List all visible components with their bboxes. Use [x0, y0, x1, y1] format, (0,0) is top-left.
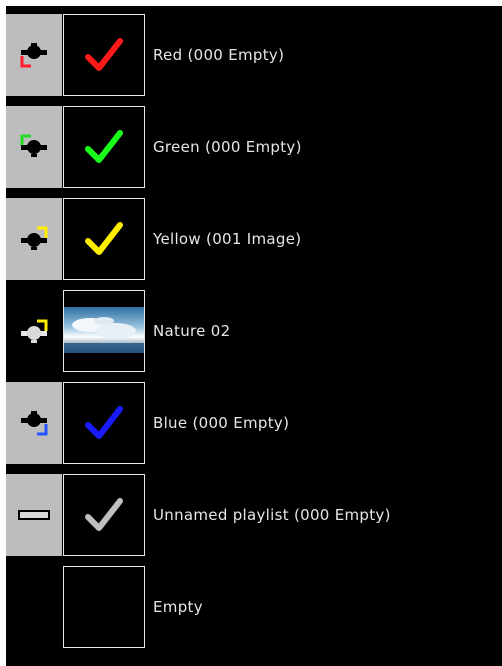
- playlist-label: Green (000 Empty): [153, 138, 302, 156]
- camera-bracket-icon: [21, 226, 48, 250]
- checkmark-icon: [85, 38, 123, 71]
- state-cell[interactable]: [6, 14, 62, 96]
- state-cell[interactable]: [6, 198, 62, 280]
- state-cell[interactable]: [6, 290, 62, 372]
- thumbnail-image[interactable]: [63, 290, 145, 372]
- state-cell: [6, 566, 62, 648]
- playlist-label: Unnamed playlist (000 Empty): [153, 506, 391, 524]
- playlist-row-unnamed[interactable]: Unnamed playlist (000 Empty): [6, 474, 502, 556]
- playlist-row-red[interactable]: Red (000 Empty): [6, 14, 502, 96]
- minus-bar-icon: [18, 510, 50, 520]
- checkmark-icon: [85, 406, 123, 439]
- camera-bracket-icon: [20, 134, 47, 157]
- playlist-row-nature[interactable]: Nature 02: [6, 290, 502, 372]
- playlist-row-yellow[interactable]: Yellow (001 Image): [6, 198, 502, 280]
- thumbnail[interactable]: [63, 198, 145, 280]
- thumbnail[interactable]: [63, 106, 145, 188]
- checkmark-icon: [85, 130, 123, 163]
- playlist-label: Yellow (001 Image): [153, 230, 302, 248]
- nature-image-thumbnail: [64, 291, 144, 371]
- checkmark-icon: [85, 222, 123, 255]
- playlist-label: Nature 02: [153, 322, 231, 340]
- thumbnail-empty[interactable]: [63, 566, 145, 648]
- thumbnail[interactable]: [63, 14, 145, 96]
- playlist-row-empty[interactable]: Empty: [6, 566, 502, 648]
- playlist-label: Red (000 Empty): [153, 46, 285, 64]
- checkmark-icon: [85, 498, 123, 531]
- playlist-row-blue[interactable]: Blue (000 Empty): [6, 382, 502, 464]
- state-cell[interactable]: [6, 474, 62, 556]
- playlist-row-green[interactable]: Green (000 Empty): [6, 106, 502, 188]
- playlist-label: Blue (000 Empty): [153, 414, 290, 432]
- thumbnail[interactable]: [63, 474, 145, 556]
- thumbnail[interactable]: [63, 382, 145, 464]
- state-cell[interactable]: [6, 382, 62, 464]
- playlist-panel: Red (000 Empty) Green (000 Empty) Yellow…: [6, 6, 502, 666]
- camera-bracket-icon: [20, 43, 47, 68]
- camera-bracket-icon: [21, 319, 48, 343]
- playlist-label: Empty: [153, 598, 203, 616]
- state-cell[interactable]: [6, 106, 62, 188]
- camera-bracket-icon: [21, 411, 48, 436]
